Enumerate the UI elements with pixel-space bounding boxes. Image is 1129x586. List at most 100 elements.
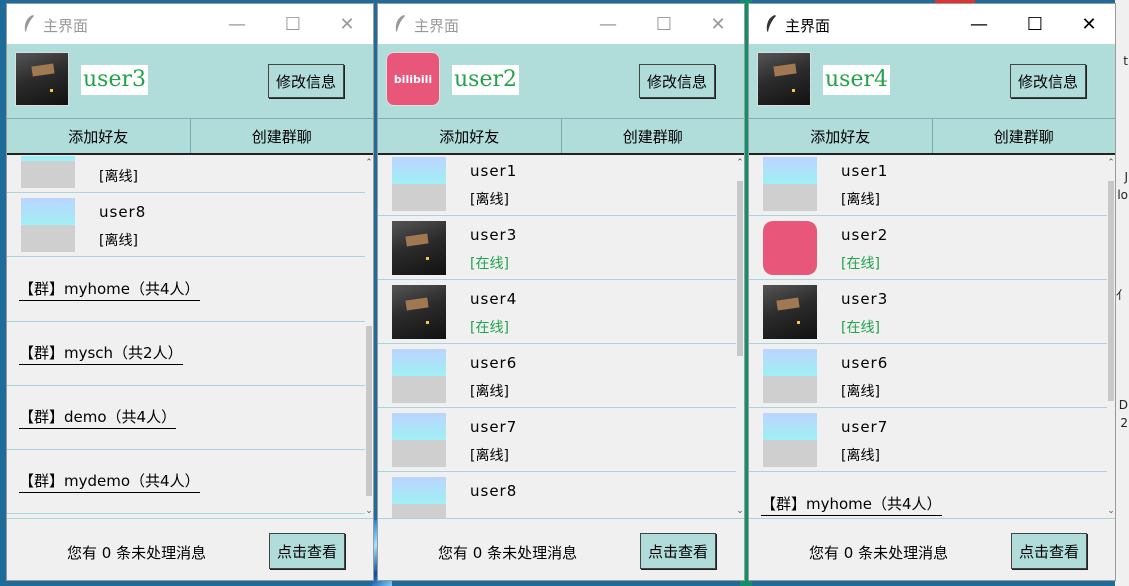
footer-bar: 您有 0 条未处理消息 点击查看	[7, 518, 373, 580]
friend-status: [离线]	[470, 384, 509, 400]
friend-status: [在线]	[841, 320, 880, 336]
friend-name: user3	[470, 226, 518, 244]
friend-status: [离线]	[99, 233, 138, 249]
scroll-thumb[interactable]	[737, 181, 743, 356]
default-avatar	[392, 413, 446, 467]
group-link[interactable]: 【群】mysch（共2人）	[19, 342, 183, 365]
user-avatar	[757, 52, 811, 106]
user-avatar: bilibili	[386, 52, 440, 106]
default-avatar	[392, 157, 446, 211]
action-toolbar: 添加好友 创建群聊	[378, 118, 744, 155]
create-group-button[interactable]: 创建群聊	[189, 119, 374, 153]
close-button[interactable]: ✕	[698, 10, 738, 38]
default-avatar	[763, 413, 817, 467]
scroll-up-icon[interactable]: ⌃	[1107, 158, 1115, 168]
view-messages-button[interactable]: 点击查看	[1011, 533, 1087, 569]
list-scrollbar[interactable]: ⌃ ⌄	[365, 156, 373, 518]
bilibili-avatar	[763, 221, 817, 275]
minimize-button[interactable]: —	[959, 10, 999, 38]
close-icon: ✕	[710, 13, 726, 35]
edit-profile-button[interactable]: 修改信息	[268, 64, 344, 98]
view-messages-button[interactable]: 点击查看	[269, 533, 345, 569]
friend-list-item[interactable]: user1 [离线]	[378, 156, 736, 216]
contact-list[interactable]: user1 [离线] user2 [在线] user3 [在线] user6 […	[749, 156, 1107, 518]
maximize-button[interactable]: ☐	[644, 10, 684, 38]
contact-list[interactable]: [离线] user8 [离线] 【群】myhome（共4人） 【群】mysch（…	[7, 156, 365, 518]
friend-status: [离线]	[841, 192, 880, 208]
friend-name: user6	[841, 354, 889, 372]
title-bar[interactable]: 主界面 — ☐ ✕	[749, 4, 1115, 44]
friend-list-item[interactable]: user2 [在线]	[749, 217, 1107, 280]
friend-list-item[interactable]: user6 [离线]	[378, 345, 736, 408]
unread-message-count: 您有 0 条未处理消息	[809, 544, 949, 562]
close-button[interactable]: ✕	[1069, 10, 1109, 38]
desktop-edge-text: 2	[1120, 416, 1128, 430]
title-bar[interactable]: 主界面 — ☐ ✕	[7, 4, 373, 44]
group-list-item[interactable]: 【群】demo（共4人）	[7, 386, 365, 450]
group-link[interactable]: 【群】demo（共4人）	[19, 406, 177, 429]
feather-icon	[395, 15, 405, 32]
friend-list-item[interactable]: user7 [离线]	[749, 409, 1107, 472]
add-friend-button[interactable]: 添加好友	[378, 119, 561, 153]
create-group-button[interactable]: 创建群聊	[560, 119, 745, 153]
list-scrollbar[interactable]: ⌃ ⌄	[1107, 156, 1115, 518]
friend-status: [离线]	[470, 192, 509, 208]
avatar	[392, 221, 446, 275]
close-icon: ✕	[1081, 13, 1097, 35]
scroll-thumb[interactable]	[366, 326, 372, 496]
avatar-logo-text: bilibili	[393, 72, 433, 86]
scroll-up-icon[interactable]: ⌃	[736, 158, 744, 168]
group-list-item[interactable]: 【群】myhome（共4人）	[749, 473, 1107, 518]
avatar	[392, 285, 446, 339]
friend-list-item[interactable]: user8 [离线]	[7, 194, 365, 257]
minimize-button[interactable]: —	[217, 10, 257, 38]
group-link[interactable]: 【群】mydemo（共4人）	[19, 470, 200, 493]
footer-bar: 您有 0 条未处理消息 点击查看	[378, 518, 744, 580]
friend-name: user7	[841, 418, 889, 436]
friend-list-item[interactable]: user3 [在线]	[749, 281, 1107, 344]
maximize-button[interactable]: ☐	[1015, 10, 1055, 38]
group-list-item[interactable]: 【群】myhome（共4人）	[7, 258, 365, 322]
group-list-item[interactable]: 【群】mysch（共2人）	[7, 322, 365, 386]
desktop-edge-text: lo	[1117, 188, 1128, 202]
main-window: 主界面 — ☐ ✕ bilibili user2 修改信息 添加好友 创建群聊 …	[378, 4, 744, 580]
maximize-icon: ☐	[655, 13, 673, 35]
edit-profile-button[interactable]: 修改信息	[639, 64, 715, 98]
group-list-item[interactable]: 【群】mydemo（共4人）	[7, 450, 365, 514]
friend-name: user3	[841, 290, 889, 308]
title-bar[interactable]: 主界面 — ☐ ✕	[378, 4, 744, 44]
view-messages-button[interactable]: 点击查看	[640, 533, 716, 569]
list-scrollbar[interactable]: ⌃ ⌄	[736, 156, 744, 518]
friend-list-item[interactable]: user7 [离线]	[378, 409, 736, 472]
action-toolbar: 添加好友 创建群聊	[749, 118, 1115, 155]
edit-profile-button[interactable]: 修改信息	[1010, 64, 1086, 98]
friend-name: user4	[470, 290, 518, 308]
friend-status: [在线]	[470, 256, 509, 272]
default-avatar	[763, 349, 817, 403]
profile-header: user3 修改信息	[7, 44, 373, 118]
maximize-button[interactable]: ☐	[273, 10, 313, 38]
add-friend-button[interactable]: 添加好友	[749, 119, 932, 153]
create-group-button[interactable]: 创建群聊	[931, 119, 1116, 153]
close-button[interactable]: ✕	[327, 10, 367, 38]
scroll-up-icon[interactable]: ⌃	[365, 158, 373, 168]
main-window: 主界面 — ☐ ✕ user4 修改信息 添加好友 创建群聊 user1 [离线…	[749, 4, 1115, 580]
scroll-down-icon[interactable]: ⌄	[365, 506, 373, 516]
friend-list-item[interactable]: user4 [在线]	[378, 281, 736, 344]
minimize-button[interactable]: —	[588, 10, 628, 38]
friend-list-item[interactable]: user6 [离线]	[749, 345, 1107, 408]
group-link[interactable]: 【群】myhome（共4人）	[761, 493, 942, 516]
user-avatar	[15, 52, 69, 106]
group-link[interactable]: 【群】myhome（共4人）	[19, 278, 200, 301]
current-username: user4	[823, 65, 890, 95]
scroll-down-icon[interactable]: ⌄	[1107, 506, 1115, 516]
scroll-down-icon[interactable]: ⌄	[736, 506, 744, 516]
friend-list-item[interactable]: user8	[378, 473, 736, 518]
friend-list-item[interactable]: [离线]	[7, 156, 365, 193]
friend-list-item[interactable]: user3 [在线]	[378, 217, 736, 280]
minimize-icon: —	[228, 13, 246, 35]
friend-list-item[interactable]: user1 [离线]	[749, 156, 1107, 216]
contact-list[interactable]: user1 [离线] user3 [在线] user4 [在线] user6 […	[378, 156, 736, 518]
add-friend-button[interactable]: 添加好友	[7, 119, 190, 153]
scroll-thumb[interactable]	[1108, 181, 1114, 401]
